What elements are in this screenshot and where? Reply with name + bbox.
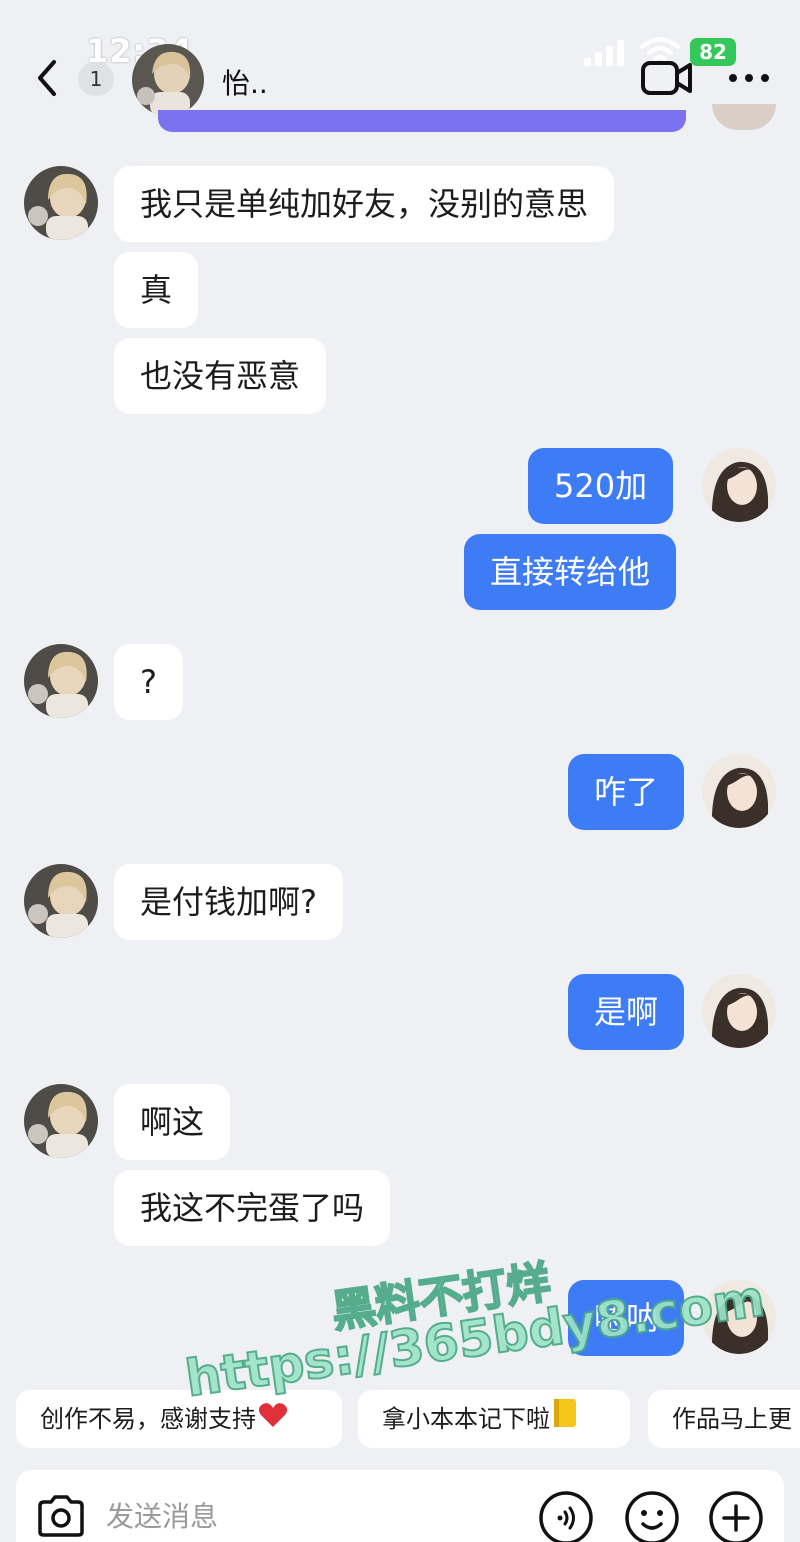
unread-count-badge[interactable]: 1 (78, 62, 114, 96)
outgoing-message[interactable]: 咋了 (568, 754, 685, 830)
video-call-button[interactable] (640, 58, 694, 98)
previous-message-bubble-edge (158, 110, 686, 132)
my-avatar[interactable] (702, 974, 776, 1048)
outgoing-message[interactable]: 是啊 (568, 974, 685, 1050)
incoming-message[interactable]: 我这不完蛋了吗 (114, 1170, 391, 1246)
video-camera-icon (641, 61, 692, 95)
incoming-message[interactable]: 啊这 (114, 1084, 231, 1160)
notebook-icon (552, 1391, 578, 1448)
quick-reply-label: 创作不易，感谢支持 (40, 1405, 256, 1433)
camera-icon (38, 1495, 84, 1537)
quick-reply-chip[interactable]: 创作不易，感谢支持 (16, 1390, 342, 1448)
signal-icon (584, 40, 628, 70)
voice-input-button[interactable] (538, 1490, 594, 1542)
incoming-message[interactable]: 是付钱加啊? (114, 864, 343, 940)
contact-avatar[interactable] (24, 864, 98, 938)
contact-name[interactable]: 怡.. (222, 62, 268, 102)
camera-button[interactable] (36, 1494, 86, 1538)
quick-reply-chip[interactable]: 拿小本本记下啦 (358, 1390, 630, 1448)
contact-avatar[interactable] (24, 1084, 98, 1158)
contact-avatar[interactable] (132, 44, 204, 116)
heart-icon (258, 1391, 288, 1448)
contact-avatar[interactable] (24, 166, 98, 240)
emoji-button[interactable] (624, 1490, 680, 1542)
incoming-message[interactable]: ? (114, 644, 183, 720)
outgoing-message[interactable]: 直接转给他 (464, 534, 677, 610)
incoming-message[interactable]: 也没有恶意 (114, 338, 327, 414)
voice-wave-icon (539, 1491, 593, 1542)
previous-avatar-edge (712, 104, 776, 130)
chevron-left-icon (38, 60, 56, 96)
outgoing-message[interactable]: 520加 (528, 448, 674, 524)
my-avatar[interactable] (702, 754, 776, 828)
smiley-icon (625, 1491, 679, 1542)
plus-icon (709, 1491, 763, 1542)
back-button[interactable] (30, 56, 66, 100)
quick-reply-label: 拿小本本记下啦 (382, 1405, 550, 1433)
my-avatar[interactable] (702, 448, 776, 522)
more-actions-button[interactable] (708, 1490, 764, 1542)
chat-header: 12:34 82 1 怡.. (0, 0, 800, 122)
more-options-button[interactable] (726, 66, 772, 90)
battery-indicator: 82 (690, 38, 736, 66)
quick-reply-chip[interactable]: 作品马上更 (648, 1390, 800, 1448)
incoming-message[interactable]: 我只是单纯加好友，没别的意思 (114, 166, 615, 242)
message-input[interactable] (106, 1492, 486, 1540)
quick-reply-label: 作品马上更 (672, 1405, 792, 1433)
more-dots-icon (729, 74, 769, 82)
contact-avatar[interactable] (24, 644, 98, 718)
incoming-message[interactable]: 真 (114, 252, 199, 328)
